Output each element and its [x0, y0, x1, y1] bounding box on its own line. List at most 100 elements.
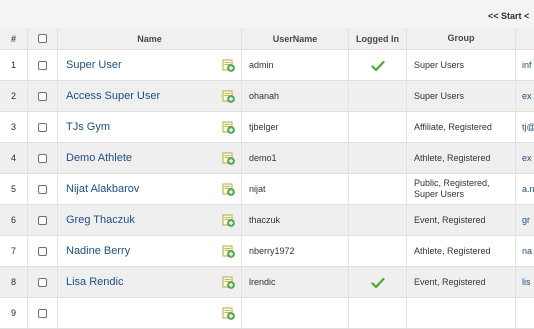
row-checkbox[interactable] [38, 91, 47, 101]
email-cell[interactable]: na [516, 236, 534, 266]
email-cell[interactable]: lis [516, 267, 534, 297]
pagination-start-link[interactable]: << Start < [488, 11, 529, 21]
row-select-cell [28, 81, 58, 111]
group-cell: Event, Registered [407, 205, 516, 235]
row-checkbox[interactable] [38, 122, 47, 132]
user-name-link[interactable]: Lisa Rendic [66, 276, 123, 288]
row-checkbox[interactable] [38, 246, 47, 256]
logged-in-cell [349, 236, 407, 266]
row-checkbox[interactable] [38, 184, 47, 194]
user-name-cell: Nijat Alakbarov [58, 174, 242, 204]
email-cell[interactable]: tj@ [516, 112, 534, 142]
table-row: 7 Nadine Berry nberry1972 Athlete, Register… [0, 236, 534, 267]
row-select-cell [28, 298, 58, 328]
email-cell[interactable]: a.n [516, 174, 534, 204]
user-name-cell: Nadine Berry [58, 236, 242, 266]
row-checkbox[interactable] [38, 215, 47, 225]
user-edit-icon[interactable] [222, 307, 235, 320]
logged-in-cell [349, 205, 407, 235]
user-edit-icon[interactable] [222, 59, 235, 72]
column-header-select-all [28, 28, 58, 49]
group-cell: Super Users [407, 50, 516, 80]
logged-in-cell [349, 50, 407, 80]
row-checkbox[interactable] [38, 277, 47, 287]
email-cell[interactable]: ex [516, 81, 534, 111]
row-number: 8 [0, 267, 28, 297]
user-edit-icon[interactable] [222, 121, 235, 134]
username-cell: tjbelger [242, 112, 349, 142]
logged-in-cell [349, 298, 407, 328]
row-checkbox[interactable] [38, 308, 47, 318]
user-name-cell [58, 298, 242, 328]
column-header-group[interactable]: Group [407, 28, 516, 49]
table-row: 2 Access Super User ohanah Super Users ex [0, 81, 534, 112]
table-row: 3 TJs Gym tjbelger Affiliate, Registeredtj@ [0, 112, 534, 143]
user-name-link[interactable]: TJs Gym [66, 121, 110, 133]
group-cell: Super Users [407, 81, 516, 111]
username-cell: nijat [242, 174, 349, 204]
table-row: 4 Demo Athlete demo1 Athlete, Registered ex [0, 143, 534, 174]
user-name-link[interactable]: Super User [66, 59, 122, 71]
username-cell: admin [242, 50, 349, 80]
row-number: 1 [0, 50, 28, 80]
user-name-cell: Lisa Rendic [58, 267, 242, 297]
user-name-link[interactable]: Demo Athlete [66, 152, 132, 164]
row-number: 6 [0, 205, 28, 235]
username-cell: nberry1972 [242, 236, 349, 266]
row-select-cell [28, 174, 58, 204]
logged-in-cell [349, 267, 407, 297]
checkmark-icon[interactable] [370, 59, 385, 72]
column-header-username[interactable]: UserName [242, 28, 349, 49]
row-number: 2 [0, 81, 28, 111]
pagination-bar: << Start < [0, 0, 534, 27]
row-select-cell [28, 50, 58, 80]
group-cell: Affiliate, Registered [407, 112, 516, 142]
username-cell: lrendic [242, 267, 349, 297]
users-table: # Name UserName Logged In Group 1 Super U… [0, 28, 534, 329]
group-cell: Event, Registered [407, 267, 516, 297]
logged-in-cell [349, 174, 407, 204]
table-header-row: # Name UserName Logged In Group [0, 28, 534, 50]
table-row: 9 [0, 298, 534, 329]
user-edit-icon[interactable] [222, 183, 235, 196]
table-row: 5 Nijat Alakbarov nijat Public, Registered,… [0, 174, 534, 205]
user-name-cell: Demo Athlete [58, 143, 242, 173]
row-select-cell [28, 267, 58, 297]
column-header-logged-in[interactable]: Logged In [349, 28, 407, 49]
username-cell: thaczuk [242, 205, 349, 235]
logged-in-cell [349, 143, 407, 173]
column-header-email[interactable] [516, 28, 534, 49]
user-edit-icon[interactable] [222, 90, 235, 103]
user-name-cell: Access Super User [58, 81, 242, 111]
user-edit-icon[interactable] [222, 152, 235, 165]
column-header-name[interactable]: Name [58, 28, 242, 49]
checkmark-icon[interactable] [370, 276, 385, 289]
row-number: 3 [0, 112, 28, 142]
group-cell: Athlete, Registered [407, 143, 516, 173]
table-row: 1 Super User admin Super Users inf [0, 50, 534, 81]
row-select-cell [28, 236, 58, 266]
user-name-link[interactable]: Greg Thaczuk [66, 214, 135, 226]
row-number: 9 [0, 298, 28, 328]
email-cell[interactable]: ex [516, 143, 534, 173]
username-cell [242, 298, 349, 328]
user-name-link[interactable]: Access Super User [66, 90, 160, 102]
user-edit-icon[interactable] [222, 214, 235, 227]
select-all-checkbox[interactable] [38, 34, 47, 43]
user-name-link[interactable]: Nijat Alakbarov [66, 183, 139, 195]
row-checkbox[interactable] [38, 60, 47, 70]
user-edit-icon[interactable] [222, 276, 235, 289]
row-checkbox[interactable] [38, 153, 47, 163]
column-header-number: # [0, 28, 28, 49]
table-row: 6 Greg Thaczuk thaczuk Event, Registered gr [0, 205, 534, 236]
logged-in-cell [349, 112, 407, 142]
table-row: 8 Lisa Rendic lrendic Event, Registered lis [0, 267, 534, 298]
row-number: 4 [0, 143, 28, 173]
user-name-link[interactable]: Nadine Berry [66, 245, 130, 257]
user-edit-icon[interactable] [222, 245, 235, 258]
email-cell[interactable]: inf [516, 50, 534, 80]
email-cell[interactable]: gr [516, 205, 534, 235]
row-select-cell [28, 112, 58, 142]
group-cell: Public, Registered, Super Users [407, 174, 516, 204]
email-cell[interactable] [516, 298, 534, 328]
